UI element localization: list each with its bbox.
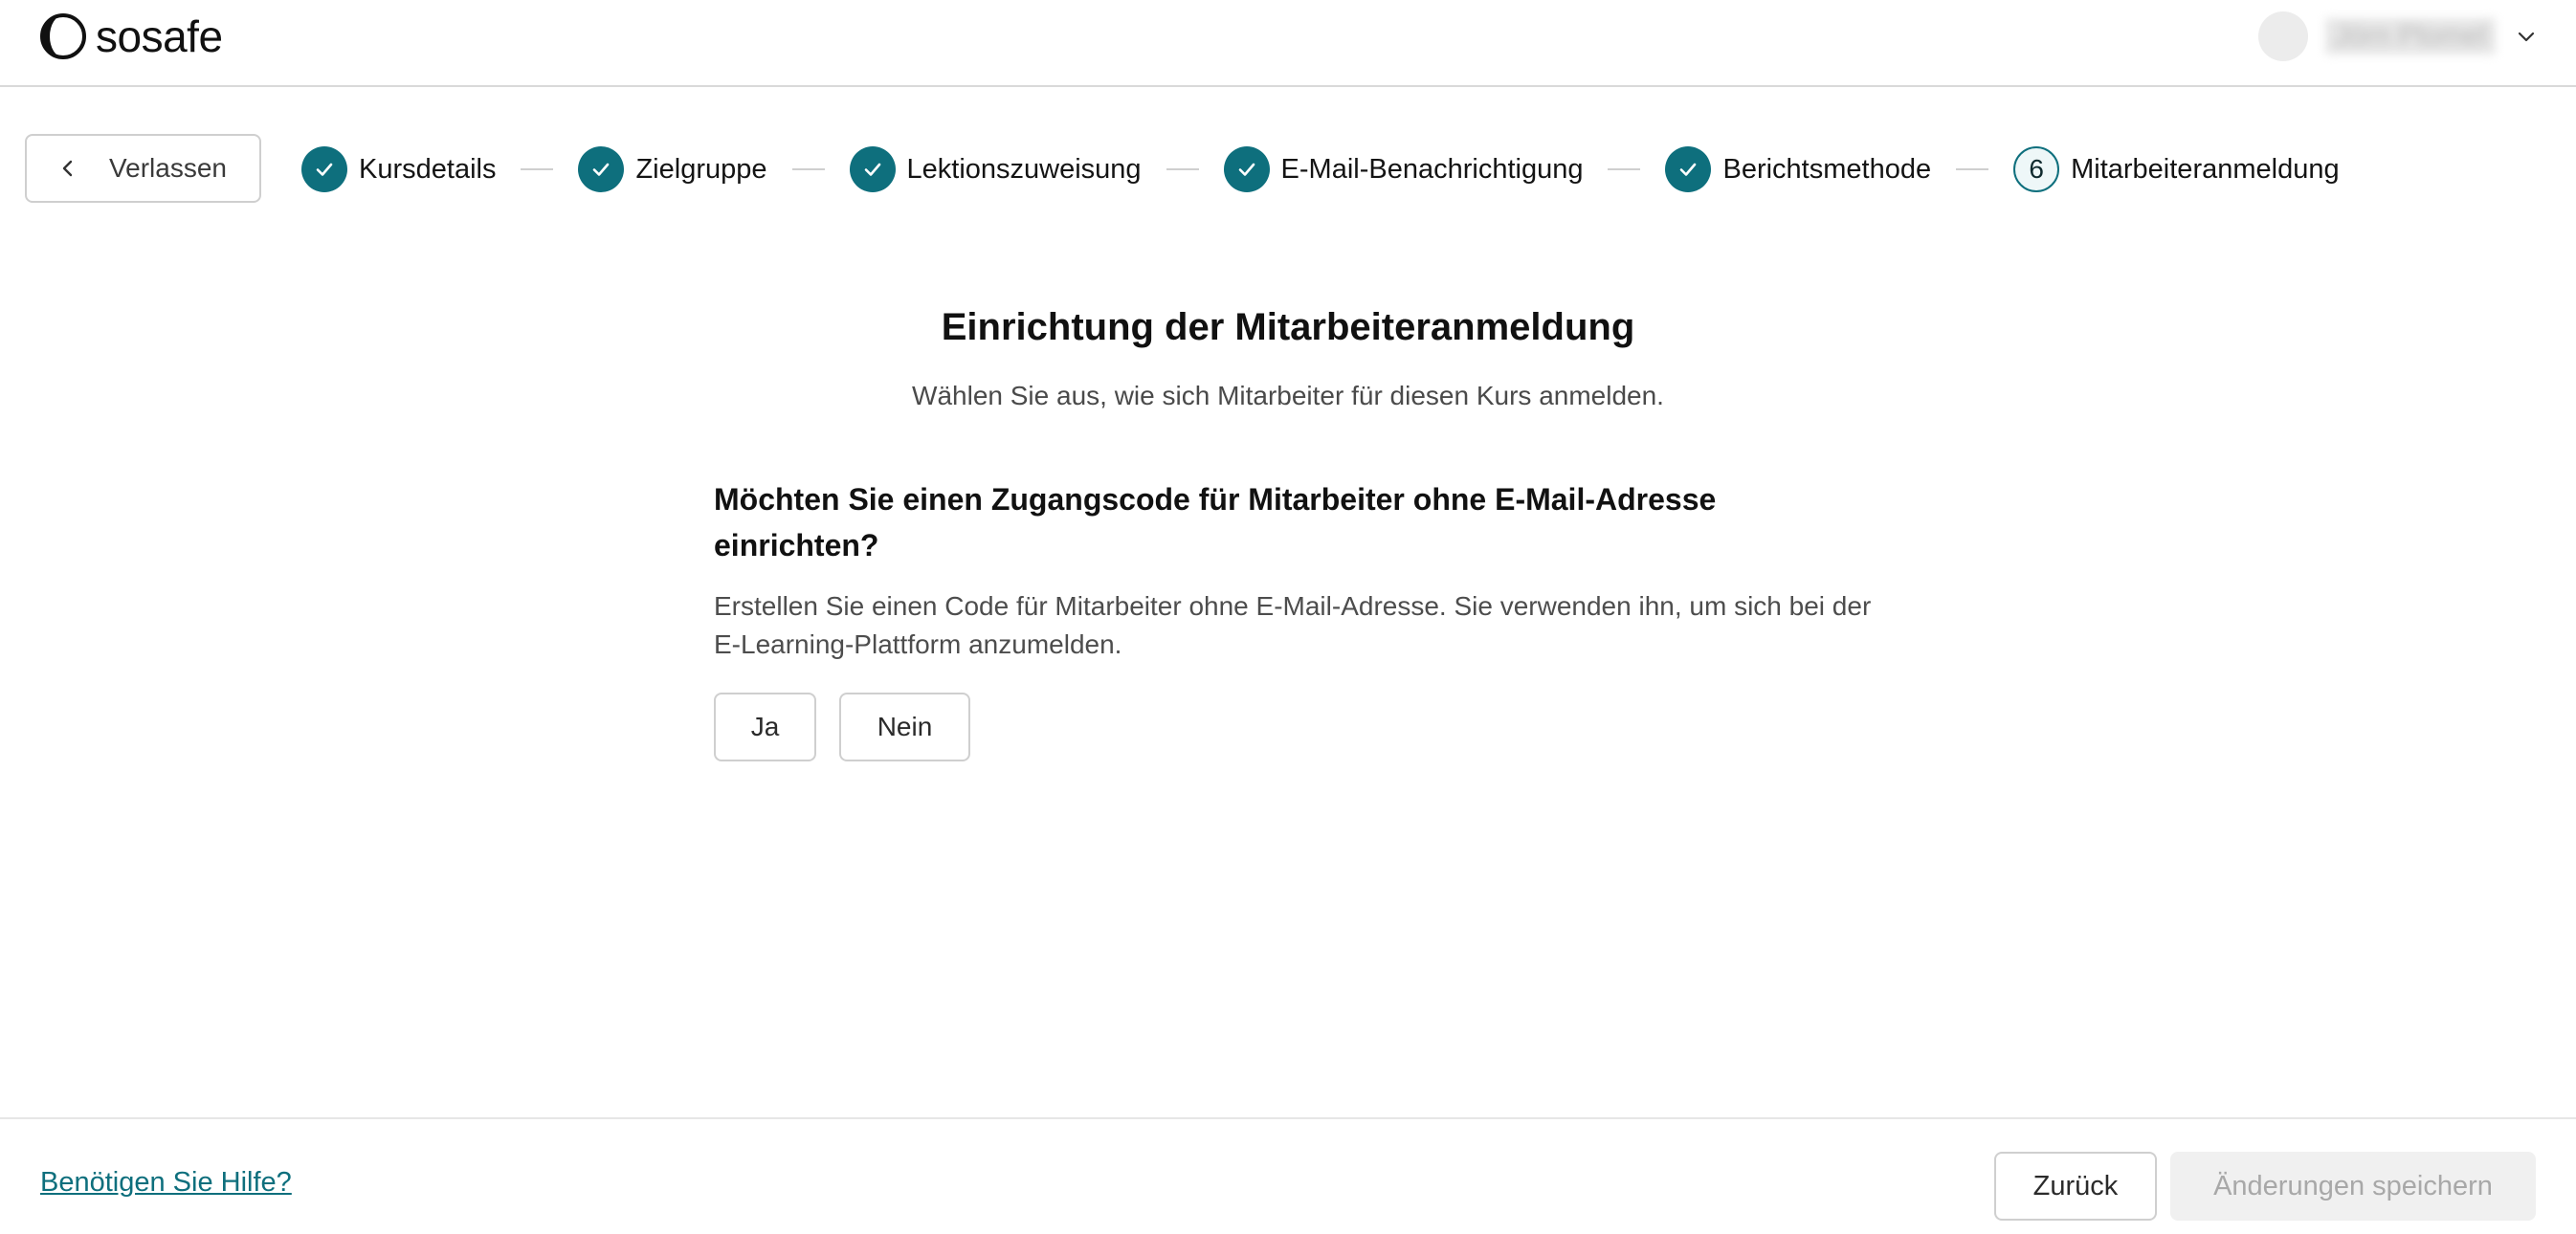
step-completed-check-icon — [301, 146, 347, 192]
step-email-benachrichtigung[interactable]: E-Mail-Benachrichtigung — [1223, 146, 1584, 192]
leave-button[interactable]: Verlassen — [25, 134, 261, 203]
chevron-down-icon[interactable] — [2513, 23, 2540, 50]
page-subtitle: Wählen Sie aus, wie sich Mitarbeiter für… — [912, 381, 1664, 410]
step-label: Lektionszuweisung — [906, 153, 1142, 185]
choice-group: Ja Nein — [714, 693, 1881, 761]
progress-stepper: Kursdetails Zielgruppe Lektionszuweisung… — [301, 145, 2340, 193]
user-name[interactable]: Jörn Plomel — [2324, 18, 2496, 55]
step-current-number: 6 — [2013, 146, 2060, 192]
step-label: Berichtsmethode — [1722, 153, 1932, 185]
question-title: Möchten Sie einen Zugangscode für Mitarb… — [714, 482, 1717, 562]
save-changes-button[interactable]: Änderungen speichern — [2170, 1152, 2536, 1221]
step-zielgruppe[interactable]: Zielgruppe — [578, 146, 767, 192]
yes-button[interactable]: Ja — [714, 693, 816, 761]
step-kursdetails[interactable]: Kursdetails — [301, 146, 496, 192]
top-bar: sosafe Jörn Plomel — [0, 0, 2576, 87]
step-completed-check-icon — [849, 146, 896, 192]
step-lektionszuweisung[interactable]: Lektionszuweisung — [849, 146, 1142, 192]
access-code-question: Möchten Sie einen Zugangscode für Mitarb… — [714, 476, 1881, 761]
step-berichtsmethode[interactable]: Berichtsmethode — [1665, 146, 1931, 192]
no-button[interactable]: Nein — [839, 693, 970, 761]
page-title: Einrichtung der Mitarbeiteranmeldung — [941, 306, 1635, 348]
question-description: Erstellen Sie einen Code für Mitarbeiter… — [714, 591, 1872, 659]
footer-bar: Benötigen Sie Hilfe? Zurück Änderungen s… — [0, 1117, 2576, 1234]
sosafe-logo-icon — [40, 13, 86, 59]
user-avatar[interactable] — [2257, 11, 2308, 61]
step-separator — [1166, 168, 1199, 170]
logo[interactable]: sosafe — [38, 10, 223, 63]
user-menu[interactable]: Jörn Plomel — [2257, 11, 2540, 61]
logo-text: sosafe — [96, 11, 223, 61]
step-label: Zielgruppe — [635, 153, 767, 185]
step-label: Kursdetails — [359, 153, 497, 185]
step-separator — [1956, 168, 1989, 170]
step-label: Mitarbeiteranmeldung — [2071, 153, 2340, 185]
step-separator — [791, 168, 825, 170]
step-separator — [1608, 168, 1641, 170]
step-completed-check-icon — [1665, 146, 1712, 192]
step-separator — [521, 168, 554, 170]
step-completed-check-icon — [1223, 146, 1270, 192]
help-link[interactable]: Benötigen Sie Hilfe? — [40, 1167, 292, 1199]
step-completed-check-icon — [578, 146, 625, 192]
step-label: E-Mail-Benachrichtigung — [1280, 153, 1584, 185]
stepper-row: Verlassen Kursdetails Zielgruppe Lektion… — [0, 134, 2576, 203]
leave-button-label: Verlassen — [109, 153, 227, 183]
step-mitarbeiteranmeldung[interactable]: 6 Mitarbeiteranmeldung — [2013, 146, 2340, 192]
chevron-left-icon — [62, 160, 73, 177]
back-button[interactable]: Zurück — [1994, 1152, 2157, 1221]
